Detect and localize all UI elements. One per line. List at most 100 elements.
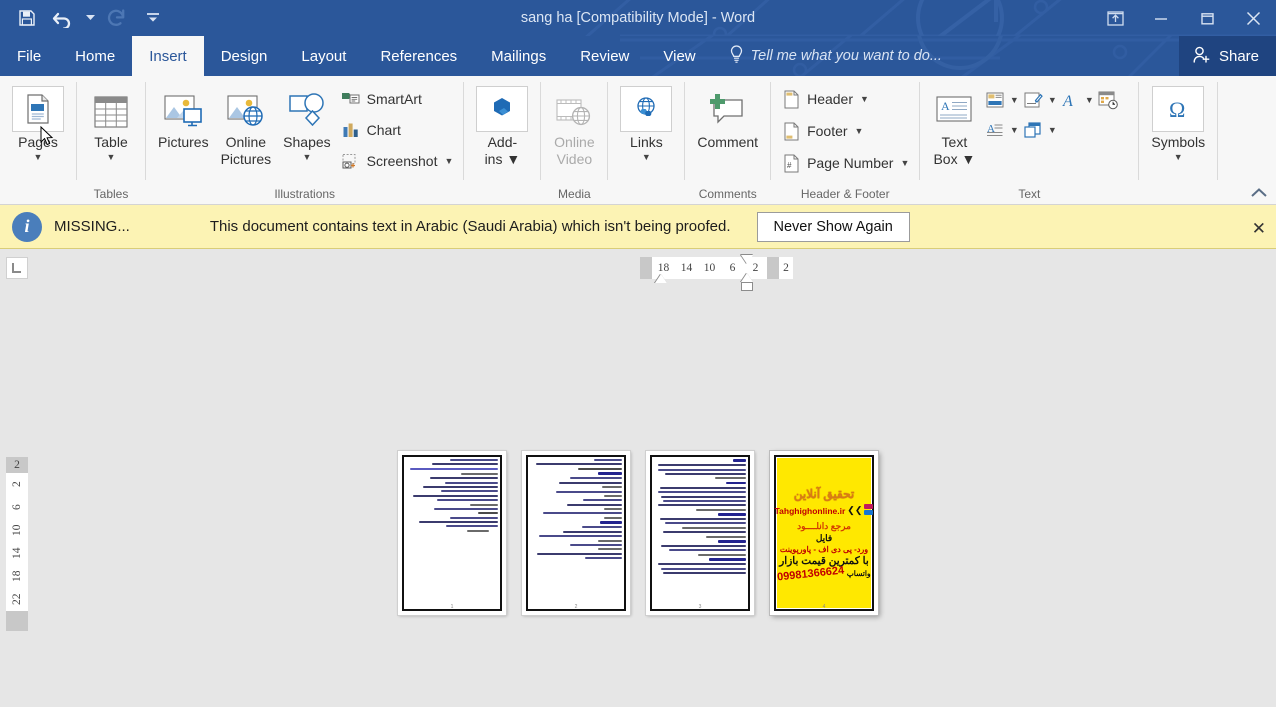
chart-button[interactable]: Chart [337,116,458,144]
chevron-down-icon[interactable]: ▼ [107,152,116,162]
share-button[interactable]: Share [1178,36,1276,76]
ruler-numbers-tail: 2 [779,257,793,279]
redo-icon[interactable] [100,3,134,33]
tab-view[interactable]: View [646,36,712,76]
hruler-tick: 10 [703,262,716,274]
page-thumbnail-1[interactable]: 1 [398,451,506,615]
svg-text:#: # [787,161,792,170]
table-button[interactable]: Table ▼ [83,83,139,162]
quick-access-toolbar[interactable] [0,0,170,36]
wordart-icon[interactable]: A [1057,88,1083,112]
svg-text:A: A [987,123,995,135]
chevron-down-icon[interactable]: ▼ [1009,95,1019,105]
close-icon[interactable]: ✕ [1252,219,1266,239]
tab-insert[interactable]: Insert [132,36,204,76]
date-time-icon[interactable] [1095,88,1121,112]
page-thumbnail-2[interactable]: 2 [522,451,630,615]
ad-line-6: با کمترین قیمت بازار [779,554,869,567]
pages-button[interactable]: Pages ▼ [6,83,70,162]
symbols-button[interactable]: Ω Symbols ▼ [1145,83,1211,162]
page-2-content [530,459,622,601]
links-icon [620,86,673,132]
footer-button[interactable]: Footer ▼ [777,117,913,145]
ribbon-display-options-icon[interactable] [1092,0,1138,36]
first-line-indent-marker[interactable] [655,274,667,283]
chevron-down-icon[interactable]: ▼ [302,152,311,162]
ad-line-5: ورد- پی دی اف - پاورپوینت [779,544,869,554]
chevron-down-icon[interactable]: ▼ [958,151,975,167]
object-icon[interactable] [1020,118,1046,142]
chevron-down-icon[interactable]: ▼ [444,156,453,166]
chevron-down-icon[interactable]: ▼ [502,151,520,167]
links-button[interactable]: Links ▼ [614,83,678,162]
new-comment-button[interactable]: Comment [691,83,764,151]
tab-mailings[interactable]: Mailings [474,36,563,76]
proofing-info-bar: i MISSING... This document contains text… [0,205,1276,249]
chevron-down-icon[interactable]: ▼ [1047,125,1057,135]
ad-url-row: Tahghighonline.ir ❮❮ [775,502,874,520]
chart-icon [341,120,361,140]
page-thumbnails: 1 2 3 تحقیق آنلاین Tahghighonline.ir ❮❮ … [0,451,1276,615]
pictures-label: Pictures [158,134,209,150]
tab-design[interactable]: Design [204,36,285,76]
shapes-icon [285,86,329,132]
text-box-button[interactable]: A Text Box ▼ [926,83,982,168]
screenshot-button[interactable]: Screenshot ▼ [337,147,458,175]
hruler-tick: 18 [657,262,670,274]
signature-line-icon[interactable] [1020,88,1046,112]
pictures-button[interactable]: Pictures [152,83,215,151]
save-icon[interactable] [10,3,44,33]
undo-dropdown-icon[interactable] [82,3,98,33]
shapes-button[interactable]: Shapes ▼ [277,83,336,162]
page-number-label: 4 [822,604,826,610]
svg-text:A: A [941,99,950,113]
drop-cap-icon[interactable]: A [982,118,1008,142]
window-controls[interactable] [1092,0,1276,36]
chevron-down-icon[interactable]: ▼ [855,126,864,136]
ad-contact-row: 09981366624 واتساپ [777,564,871,583]
chevron-down-icon[interactable]: ▼ [642,152,651,162]
page-thumbnail-3[interactable]: 3 [646,451,754,615]
minimize-icon[interactable] [1138,0,1184,36]
svg-text:A: A [1062,93,1073,109]
ribbon-tab-bar: File Home Insert Design Layout Reference… [0,36,1276,76]
chevron-down-icon[interactable]: ▼ [860,94,869,104]
tab-home[interactable]: Home [58,36,132,76]
screenshot-icon [341,151,361,171]
chevron-down-icon[interactable]: ▼ [34,152,43,162]
chevron-down-icon[interactable]: ▼ [1047,95,1057,105]
online-pictures-button[interactable]: Online Pictures [215,83,278,168]
add-ins-button[interactable]: Add-ins ▼ [470,83,534,168]
customize-quick-access-icon[interactable] [136,3,170,33]
chevron-down-icon[interactable]: ▼ [1174,152,1183,162]
online-pictures-label: Online Pictures [220,134,272,167]
title-bar: sang ha [Compatibility Mode] - Word [0,0,1276,36]
undo-icon[interactable] [46,3,80,33]
quick-parts-icon[interactable] [982,88,1008,112]
chevron-down-icon[interactable]: ▼ [1009,125,1019,135]
restore-icon[interactable] [1184,0,1230,36]
never-show-again-button[interactable]: Never Show Again [756,211,910,242]
group-label-tables: Tables [93,187,129,201]
right-indent-marker[interactable] [741,273,753,282]
tab-review[interactable]: Review [563,36,646,76]
page-thumbnail-4[interactable]: تحقیق آنلاین Tahghighonline.ir ❮❮ مرجع د… [770,451,878,615]
share-label: Share [1218,47,1259,65]
tab-references[interactable]: References [363,36,474,76]
hanging-indent-marker[interactable] [741,255,753,264]
tell-me-box[interactable]: Tell me what you want to do... [713,36,942,76]
tab-layout[interactable]: Layout [284,36,363,76]
chevron-down-icon[interactable]: ▼ [1084,95,1094,105]
smartart-button[interactable]: SmartArt [337,85,458,113]
left-tab-stop-icon[interactable] [6,257,28,279]
page-number-button[interactable]: # Page Number ▼ [777,149,913,177]
ribbon-group-links: Links ▼ [608,76,684,204]
close-icon[interactable] [1230,0,1276,36]
header-button[interactable]: Header ▼ [777,85,913,113]
left-indent-box-marker[interactable] [741,282,753,291]
hruler-tick: 2 [783,262,789,274]
tab-file[interactable]: File [0,36,58,76]
collapse-ribbon-icon[interactable] [1250,187,1268,202]
chevron-down-icon[interactable]: ▼ [900,158,909,168]
cover-page-icon [12,86,64,132]
